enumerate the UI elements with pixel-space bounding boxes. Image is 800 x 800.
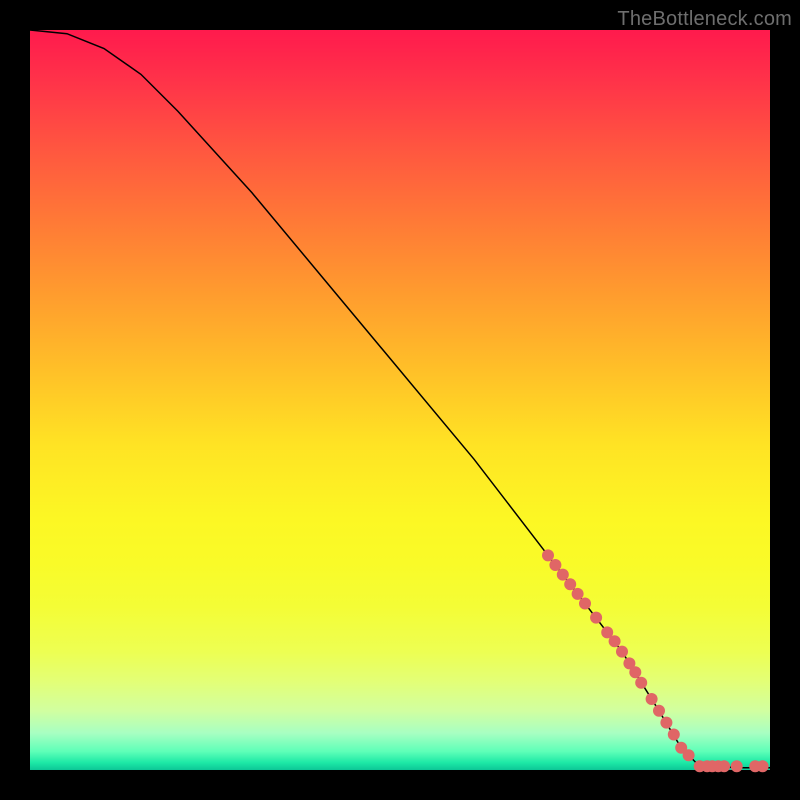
data-point [564,578,576,590]
data-point [731,760,743,772]
data-point [590,612,602,624]
marker-group [542,549,769,772]
data-point [660,717,672,729]
data-point [653,705,665,717]
data-point [668,729,680,741]
data-point [549,559,561,571]
data-point [572,588,584,600]
data-point [616,646,628,658]
data-point [646,693,658,705]
main-curve [30,30,770,768]
data-point [579,598,591,610]
data-point [635,677,647,689]
chart-container: TheBottleneck.com [0,0,800,800]
data-point [609,635,621,647]
chart-svg [30,30,770,770]
data-point [629,666,641,678]
watermark-text: TheBottleneck.com [617,8,792,31]
data-point [557,569,569,581]
data-point [542,549,554,561]
data-point [683,749,695,761]
data-point [757,760,769,772]
data-point [718,760,730,772]
